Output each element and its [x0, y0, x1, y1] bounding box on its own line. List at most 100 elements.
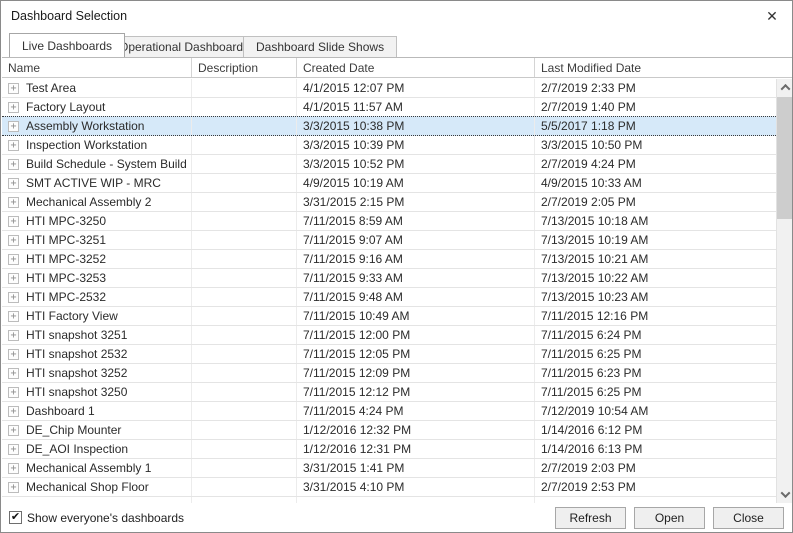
table-row[interactable]: +HTI MPC-32517/11/2015 9:07 AM7/13/2015 … — [2, 231, 776, 250]
cell-description — [192, 269, 297, 287]
table-row[interactable]: +HTI Factory View7/11/2015 10:49 AM7/11/… — [2, 307, 776, 326]
button-row: Refresh Open Close — [555, 507, 784, 529]
expand-icon[interactable]: + — [8, 349, 19, 360]
row-name-label: HTI Factory View — [26, 309, 118, 323]
expand-icon[interactable]: + — [8, 368, 19, 379]
tab-live-dashboards[interactable]: Live Dashboards — [9, 33, 125, 57]
scrollbar-thumb[interactable] — [777, 97, 793, 219]
expand-icon[interactable]: + — [8, 235, 19, 246]
cell-name: + HTI MPC-3253 — [2, 269, 192, 287]
table-row[interactable]: +HTI MPC-25327/11/2015 9:48 AM7/13/2015 … — [2, 288, 776, 307]
row-name-label: HTI snapshot 3252 — [26, 366, 127, 380]
scroll-up-icon[interactable] — [777, 79, 793, 96]
cell-created: 7/11/2015 12:00 PM — [297, 326, 535, 344]
cell-modified: 2/7/2019 2:53 PM — [535, 478, 776, 496]
expand-icon[interactable]: + — [8, 273, 19, 284]
cell-name: +HTI snapshot 3251 — [2, 326, 192, 344]
cell-name: + Test Area — [2, 79, 192, 97]
open-button[interactable]: Open — [634, 507, 705, 529]
table-row[interactable]: +Mechanical Assembly 23/31/2015 2:15 PM2… — [2, 193, 776, 212]
expand-icon[interactable]: + — [8, 463, 19, 474]
cell-created: 4/1/2015 11:57 AM — [297, 98, 535, 116]
row-name-label: HTI MPC-3253 — [26, 271, 106, 285]
expand-icon[interactable]: + — [8, 254, 19, 265]
checkbox-label: Show everyone's dashboards — [27, 511, 184, 525]
table-row[interactable]: +Inspection Workstation3/3/2015 10:39 PM… — [2, 136, 776, 155]
refresh-button[interactable]: Refresh — [555, 507, 626, 529]
expand-icon[interactable]: + — [8, 406, 19, 417]
table-row[interactable]: +DE_AOI Inspection1/12/2016 12:31 PM1/14… — [2, 440, 776, 459]
cell-modified: 2/7/2019 1:40 PM — [535, 98, 776, 116]
table-row[interactable]: +HTI snapshot 32507/11/2015 12:12 PM7/11… — [2, 383, 776, 402]
row-name-label: Build Schedule - System Build — [26, 157, 187, 171]
expand-icon[interactable]: + — [8, 102, 19, 113]
table-row[interactable]: +SMT ACTIVE WIP - MRC4/9/2015 10:19 AM4/… — [2, 174, 776, 193]
show-everyones-dashboards-checkbox[interactable]: ✔ Show everyone's dashboards — [9, 511, 184, 525]
cell-description — [192, 155, 297, 173]
row-name-label: Test Area — [26, 81, 76, 95]
expand-icon[interactable]: + — [8, 311, 19, 322]
column-header-name[interactable]: Name — [2, 58, 192, 77]
cell-description — [192, 231, 297, 249]
cell-description — [192, 459, 297, 477]
expand-icon[interactable]: + — [8, 178, 19, 189]
expand-icon[interactable]: + — [8, 425, 19, 436]
row-name-label: Dashboard 1 — [26, 404, 95, 418]
cell-name: + Build Schedule - System Build — [2, 155, 192, 173]
column-header-created[interactable]: Created Date — [297, 58, 535, 77]
cell-modified: 2/7/2019 2:33 PM — [535, 79, 776, 97]
table-row[interactable]: +DE_Chip Mounter1/12/2016 12:32 PM1/14/2… — [2, 421, 776, 440]
scroll-down-icon[interactable] — [777, 486, 793, 503]
table-row[interactable]: +HTI MPC-32537/11/2015 9:33 AM7/13/2015 … — [2, 269, 776, 288]
cell-description — [192, 326, 297, 344]
table-row[interactable]: +Mechanical Shop Floor3/31/2015 4:10 PM2… — [2, 478, 776, 497]
cell-modified: 7/13/2015 10:18 AM — [535, 212, 776, 230]
table-row[interactable]: +Build Schedule - System Build3/3/2015 1… — [2, 155, 776, 174]
table-row[interactable]: +Assembly Workstation3/3/2015 10:38 PM5/… — [2, 116, 776, 136]
column-header-modified[interactable]: Last Modified Date — [535, 58, 793, 77]
cell-modified: 7/11/2015 6:25 PM — [535, 383, 776, 401]
cell-description — [192, 79, 297, 97]
expand-icon[interactable]: + — [8, 159, 19, 170]
cell-description — [192, 250, 297, 268]
cell-modified: 7/12/2019 10:54 AM — [535, 402, 776, 420]
cell-modified: 5/5/2017 1:18 PM — [535, 117, 776, 135]
cell-created: 7/11/2015 12:09 PM — [297, 364, 535, 382]
cell-description — [192, 193, 297, 211]
table-row[interactable]: +HTI MPC-32507/11/2015 8:59 AM7/13/2015 … — [2, 212, 776, 231]
expand-icon[interactable]: + — [8, 140, 19, 151]
close-button[interactable]: Close — [713, 507, 784, 529]
expand-icon[interactable]: + — [8, 83, 19, 94]
cell-name: +HTI MPC-3251 — [2, 231, 192, 249]
cell-name: +Inspection Workstation — [2, 136, 192, 154]
expand-icon[interactable]: + — [8, 482, 19, 493]
row-name-label: DE_Chip Mounter — [26, 423, 121, 437]
expand-icon[interactable]: + — [8, 197, 19, 208]
cell-created: 4/9/2015 10:19 AM — [297, 174, 535, 192]
cell-created: 7/11/2015 4:24 PM — [297, 402, 535, 420]
tab-operational-dashboards[interactable]: Operational Dashboards — [106, 36, 262, 57]
table-row[interactable]: + Dashboard 1 7/11/2015 4:24 PM7/12/2019 1… — [2, 402, 776, 421]
expand-icon[interactable]: + — [8, 216, 19, 227]
table-row[interactable]: +HTI snapshot 25327/11/2015 12:05 PM7/11… — [2, 345, 776, 364]
expand-icon[interactable]: + — [8, 387, 19, 398]
expand-icon[interactable]: + — [8, 121, 19, 132]
expand-icon[interactable]: + — [8, 292, 19, 303]
table-row[interactable]: +Mechanical Assembly 13/31/2015 1:41 PM2… — [2, 459, 776, 478]
vertical-scrollbar[interactable] — [776, 79, 793, 503]
expand-icon[interactable]: + — [8, 330, 19, 341]
cell-modified: 7/11/2015 6:25 PM — [535, 345, 776, 363]
table-row[interactable]: +HTI snapshot 32527/11/2015 12:09 PM7/11… — [2, 364, 776, 383]
close-icon[interactable]: ✕ — [752, 1, 792, 31]
column-header-description[interactable]: Description — [192, 58, 297, 77]
cell-name: +Factory Layout — [2, 98, 192, 116]
table-row[interactable]: +HTI snapshot 32517/11/2015 12:00 PM7/11… — [2, 326, 776, 345]
cell-name: + Dashboard 1 — [2, 402, 192, 420]
table-row[interactable]: +Test Area4/1/2015 12:07 PM2/7/2019 2:33… — [2, 79, 776, 98]
table-row[interactable]: +Factory Layout 4/1/2015 11:57 AM2/7/2019… — [2, 98, 776, 117]
cell-modified: 7/11/2015 12:16 PM — [535, 307, 776, 325]
tab-dashboard-slide-shows[interactable]: Dashboard Slide Shows — [243, 36, 397, 57]
table-row[interactable]: +HTI MPC-32527/11/2015 9:16 AM7/13/2015 … — [2, 250, 776, 269]
cell-modified: 7/13/2015 10:21 AM — [535, 250, 776, 268]
expand-icon[interactable]: + — [8, 444, 19, 455]
